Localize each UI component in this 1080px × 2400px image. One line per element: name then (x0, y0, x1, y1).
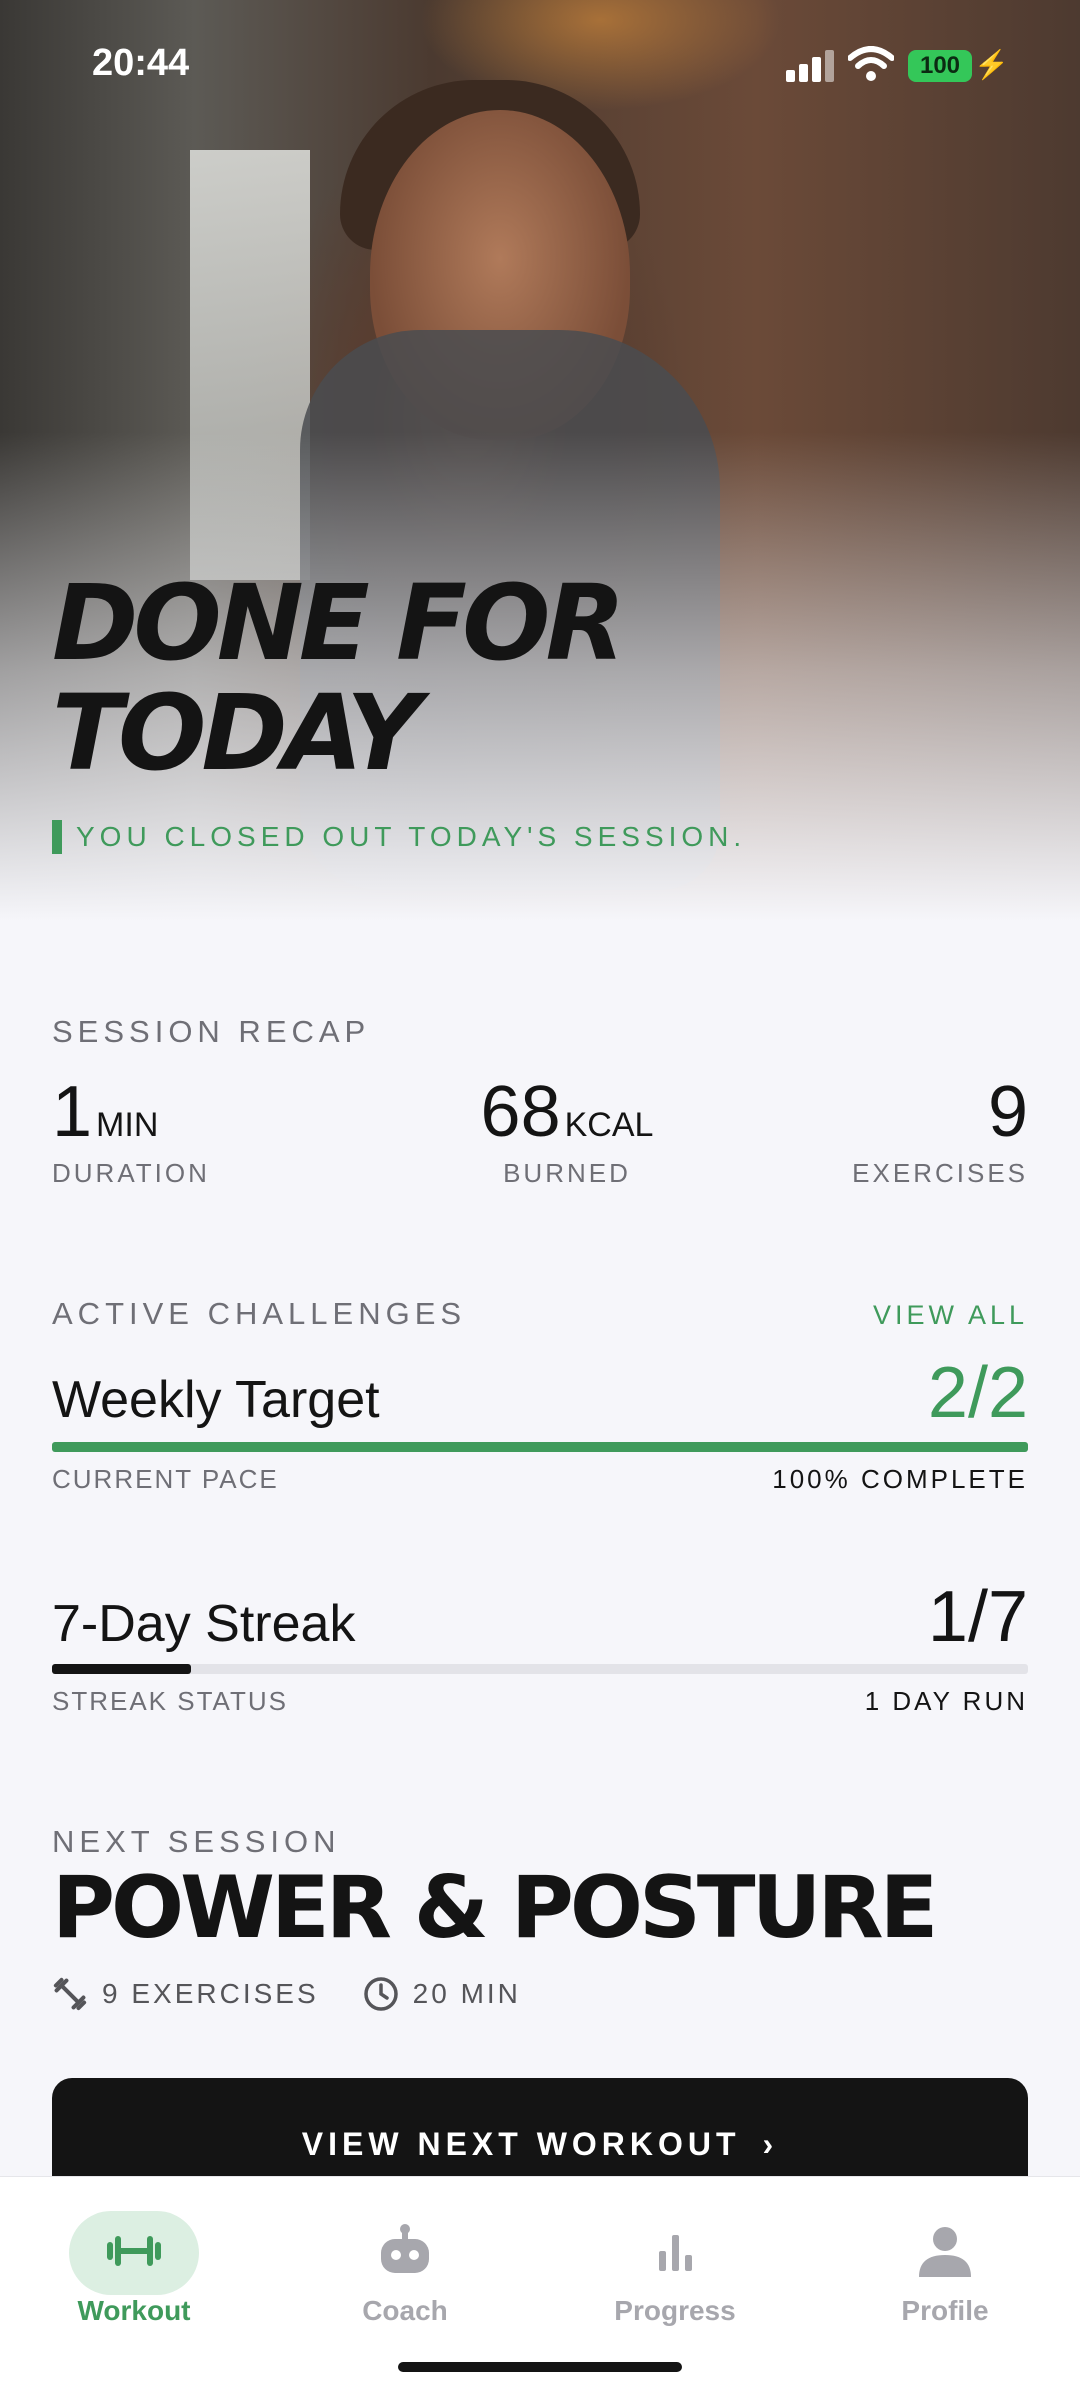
challenge-name: 7-Day Streak (52, 1595, 356, 1653)
view-all-link[interactable]: VIEW ALL (873, 1300, 1028, 1331)
charging-icon: ⚡ (974, 49, 1009, 80)
progress-track (52, 1442, 1028, 1452)
signal-icon (786, 50, 834, 82)
battery-level: 100 (919, 52, 961, 79)
stat-duration: 1 MIN DURATION (52, 1072, 210, 1189)
exercises-caption: EXERCISES (852, 1158, 1028, 1188)
tab-workout[interactable]: Workout (34, 2193, 234, 2326)
next-session-title: POWER & POSTURE (52, 1858, 938, 1958)
challenge-name: Weekly Target (52, 1371, 380, 1429)
challenge-value: 2/2 (927, 1353, 1028, 1433)
tab-label: Progress (614, 2295, 736, 2326)
recap-stats: 1 MIN DURATION 68 KCAL BURNED 9 EXERCISES (52, 1072, 1028, 1192)
challenge-caption-right: 100% COMPLETE (772, 1464, 1028, 1494)
burned-unit: KCAL (564, 1106, 654, 1144)
dumbbell-small-icon (53, 1977, 87, 2011)
tab-label: Coach (362, 2295, 448, 2326)
hero-title-line1: DONE FOR (52, 562, 626, 684)
session-recap-label: SESSION RECAP (52, 1014, 371, 1049)
tab-progress[interactable]: Progress (575, 2193, 775, 2326)
hero-image (0, 0, 1080, 960)
duration-unit: MIN (96, 1106, 159, 1144)
chevron-right-icon: › (762, 2126, 779, 2162)
hero-title: DONE FOR TODAY (52, 568, 752, 788)
cta-label: VIEW NEXT WORKOUT (301, 2126, 741, 2162)
tab-label: Profile (901, 2295, 989, 2326)
bar-chart-icon (659, 2235, 692, 2271)
progress-track (52, 1664, 1028, 1674)
duration-value: 1 (52, 1072, 93, 1152)
wifi-icon (848, 46, 894, 81)
hero-fade (0, 0, 1080, 960)
status-bar: 20:44 100 ⚡ (0, 0, 1080, 130)
tab-profile[interactable]: Profile (845, 2193, 1045, 2326)
hero-title-line2: TODAY (52, 672, 422, 794)
hero-subtitle: YOU CLOSED OUT TODAY'S SESSION. (52, 820, 746, 854)
progress-fill (52, 1664, 192, 1674)
tab-label: Workout (77, 2295, 191, 2326)
next-session-meta: 9 EXERCISES 20 MIN (52, 1972, 565, 2016)
meta-exercises: 9 EXERCISES (52, 1976, 319, 2012)
next-session-label: NEXT SESSION (52, 1824, 341, 1859)
challenge-value: 1/7 (927, 1577, 1028, 1657)
duration-caption: DURATION (52, 1158, 210, 1188)
progress-fill (52, 1442, 1028, 1452)
challenge-weekly-target[interactable]: Weekly Target 2/2 CURRENT PACE 100% COMP… (52, 1350, 1028, 1500)
meta-duration-text: 20 MIN (412, 1978, 521, 2009)
burned-caption: BURNED (503, 1158, 631, 1188)
robot-icon (381, 2224, 429, 2273)
stat-burned: 68 KCAL BURNED (452, 1072, 682, 1189)
home-indicator (398, 2362, 682, 2372)
status-time: 20:44 (92, 42, 190, 84)
challenge-caption-left: STREAK STATUS (52, 1686, 288, 1716)
stat-exercises: 9 EXERCISES (852, 1072, 1028, 1189)
battery-icon: 100 (908, 50, 972, 82)
challenge-caption-left: CURRENT PACE (52, 1464, 279, 1494)
active-challenges-label: ACTIVE CHALLENGES (52, 1296, 467, 1331)
person-icon (919, 2227, 971, 2277)
meta-duration: 20 MIN (363, 1976, 521, 2012)
tab-coach[interactable]: Coach (305, 2193, 505, 2326)
challenge-7-day-streak[interactable]: 7-Day Streak 1/7 STREAK STATUS 1 DAY RUN (52, 1574, 1028, 1724)
clock-icon (363, 1977, 398, 2011)
challenge-caption-right: 1 DAY RUN (864, 1686, 1028, 1716)
meta-exercises-text: 9 EXERCISES (102, 1978, 319, 2009)
exercises-value: 9 (987, 1072, 1028, 1152)
burned-value: 68 (480, 1072, 561, 1152)
dumbbell-icon (107, 2236, 161, 2266)
